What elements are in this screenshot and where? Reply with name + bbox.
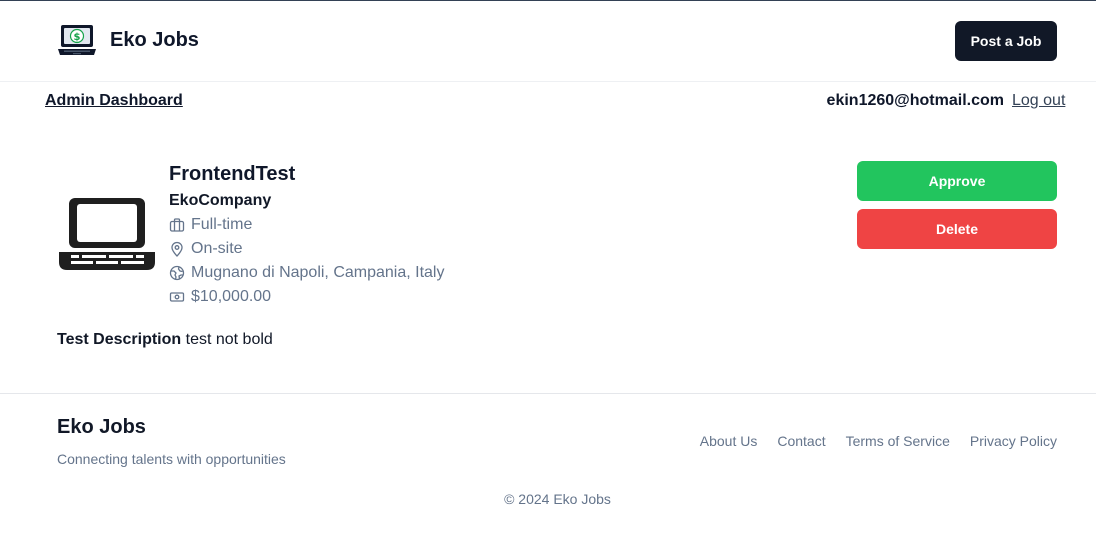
globe-icon [169,265,185,281]
post-job-button[interactable]: Post a Job [955,21,1057,61]
employment-type: Full-time [169,215,252,235]
description-text: test not bold [185,331,273,348]
user-email: ekin1260@hotmail.com [826,92,1004,109]
job-company: EkoCompany [169,192,272,209]
admin-dashboard-link[interactable]: Admin Dashboard [45,92,183,110]
footer-divider [0,393,1096,394]
site-header: $ Eko Jobs Post a Job [0,1,1096,82]
job-salary: $10,000.00 [169,287,271,307]
footer-link-about-us[interactable]: About Us [700,433,758,449]
svg-text:$: $ [74,32,81,43]
job-title[interactable]: FrontendTest [169,163,295,186]
briefcase-icon [169,218,185,232]
footer-brand: Eko Jobs [57,416,146,438]
footer-links: About Us Contact Terms of Service Privac… [680,433,1057,449]
job-description: Test Description test not bold [57,331,273,349]
brand[interactable]: $ Eko Jobs [57,23,199,57]
map-pin-icon [171,241,183,257]
job-location: Mugnano di Napoli, Campania, Italy [169,263,444,283]
laptop-dollar-logo-icon: $ [58,25,96,55]
footer-link-privacy[interactable]: Privacy Policy [970,433,1057,449]
brand-name: Eko Jobs [110,28,199,51]
approve-button[interactable]: Approve [857,161,1057,201]
work-mode-text: On-site [191,240,243,257]
employment-type-text: Full-time [191,216,253,233]
work-mode: On-site [169,239,243,259]
copyright: © 2024 Eko Jobs [504,491,611,507]
job-location-text: Mugnano di Napoli, Campania, Italy [191,264,445,281]
job-salary-text: $10,000.00 [191,288,272,305]
banknote-icon [169,292,185,302]
logout-link[interactable]: Log out [1012,92,1065,110]
laptop-icon [59,198,155,270]
delete-button[interactable]: Delete [857,209,1057,249]
footer-tagline: Connecting talents with opportunities [57,451,286,467]
description-label: Test Description [57,331,182,348]
footer-link-contact[interactable]: Contact [777,433,825,449]
footer-link-terms[interactable]: Terms of Service [846,433,950,449]
